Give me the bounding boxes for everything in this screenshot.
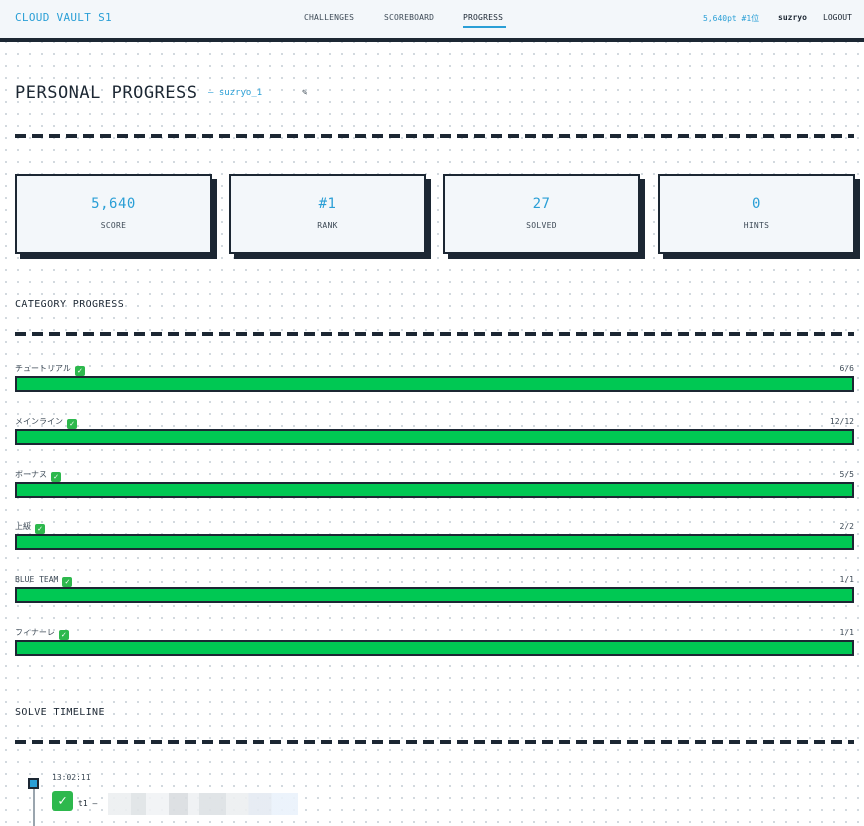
check-icon: ✓: [74, 366, 85, 376]
check-icon: ✓: [62, 577, 73, 587]
progress-bar: [15, 376, 854, 392]
progress-bar: [15, 429, 854, 445]
solve-timeline-title: SOLVE TIMELINE: [15, 707, 105, 718]
category-label: 上級 ✓: [15, 521, 45, 534]
redacted-block: [108, 793, 298, 815]
stat-value: 0: [752, 196, 761, 212]
category-row: チュートリアル ✓ 6/6: [15, 363, 854, 399]
category-label: BLUE TEAM ✓: [15, 574, 73, 587]
timeline-entry-name: t1 —: [78, 799, 98, 808]
stat-card-hints: 0 HINTS: [658, 174, 855, 254]
category-count: 1/1: [839, 628, 854, 637]
check-icon: ✓: [51, 472, 61, 482]
stat-value: #1: [318, 196, 337, 212]
stat-card-solved: 27 SOLVED: [443, 174, 640, 254]
category-count: 2/2: [839, 522, 854, 531]
stat-value: 5,640: [91, 196, 136, 212]
category-count: 5/5: [839, 470, 854, 479]
profile-user-link[interactable]: — suzryo_1: [208, 88, 262, 98]
category-row: ボーナス ✓ 5/5: [15, 469, 854, 505]
progress-bar: [15, 640, 854, 656]
logout-button[interactable]: LOGOUT: [823, 13, 852, 22]
category-count: 12/12: [829, 417, 854, 426]
category-progress-title: CATEGORY PROGRESS: [15, 299, 125, 310]
progress-bar: [15, 587, 854, 603]
top-nav-bar: CLOUD VAULT S1 CHALLENGES SCOREBOARD PRO…: [0, 0, 864, 42]
stat-label: SOLVED: [526, 221, 557, 230]
category-label: フィナーレ ✓: [15, 627, 69, 640]
category-row: 上級 ✓ 2/2: [15, 521, 854, 557]
stat-value: 27: [532, 196, 551, 212]
category-row: メインライン ✓ 12/12: [15, 416, 854, 452]
user-name[interactable]: suzryo: [778, 13, 807, 22]
category-row: BLUE TEAM ✓ 1/1: [15, 574, 854, 610]
progress-bar-fill: [17, 431, 852, 443]
check-icon: ✓: [67, 419, 77, 429]
progress-bar-fill: [17, 378, 852, 390]
stat-label: HINTS: [743, 221, 770, 230]
stat-card-rank: #1 RANK: [229, 174, 426, 254]
category-label: メインライン ✓: [15, 416, 77, 429]
progress-bar-fill: [17, 642, 852, 654]
check-icon: ✓: [35, 524, 45, 534]
edit-icon[interactable]: ✎: [302, 88, 307, 98]
category-label: チュートリアル ✓: [15, 363, 85, 376]
stat-card-score: 5,640 SCORE: [15, 174, 212, 254]
page-title: PERSONAL PROGRESS: [15, 83, 198, 103]
category-count: 6/6: [839, 364, 854, 373]
section-divider: [15, 332, 854, 336]
section-divider: [15, 740, 854, 744]
progress-bar-fill: [17, 536, 852, 548]
nav-challenges[interactable]: CHALLENGES: [304, 13, 354, 22]
progress-bar: [15, 534, 854, 550]
nav-active-indicator: [463, 26, 506, 28]
nav-scoreboard[interactable]: SCOREBOARD: [384, 13, 434, 22]
check-icon: ✓: [58, 630, 69, 640]
timeline-time: 13:02:11: [52, 773, 91, 782]
user-score: 5,640pt #1位: [703, 14, 760, 23]
stat-label: SCORE: [100, 221, 127, 230]
nav-progress[interactable]: PROGRESS: [463, 13, 503, 22]
progress-bar-fill: [17, 484, 852, 496]
stat-label: RANK: [317, 221, 338, 230]
check-icon: ✓: [52, 791, 73, 811]
category-row: フィナーレ ✓ 1/1: [15, 627, 854, 663]
timeline-node: [28, 778, 39, 789]
category-count: 1/1: [839, 575, 854, 584]
section-divider: [15, 134, 854, 138]
progress-bar: [15, 482, 854, 498]
category-label: ボーナス ✓: [15, 469, 61, 482]
progress-bar-fill: [17, 589, 852, 601]
